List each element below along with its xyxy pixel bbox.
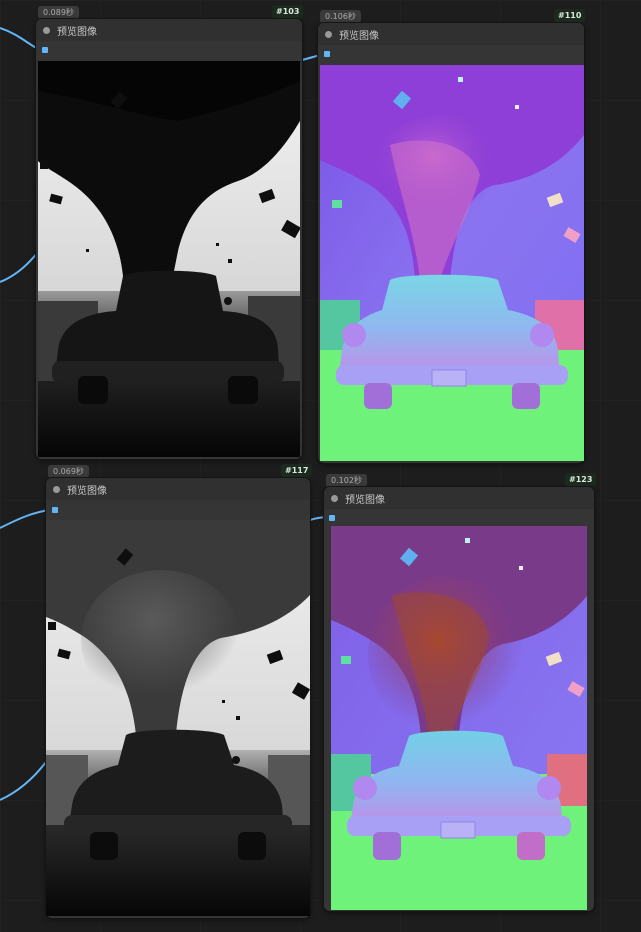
image-input-port-icon[interactable] [324, 51, 330, 57]
node-103-timing: 0.089秒 [38, 6, 79, 19]
preview-image-node-110[interactable]: 预览图像 [318, 23, 584, 463]
node-123-timing: 0.102秒 [326, 474, 367, 487]
node-117-header[interactable]: 预览图像 [46, 478, 310, 500]
collapse-dot-icon[interactable] [331, 494, 338, 502]
node-110-title: 预览图像 [339, 30, 379, 42]
node-110-timing: 0.106秒 [320, 10, 361, 23]
node-103-title: 预览图像 [57, 26, 97, 38]
preview-image-node-123[interactable]: 预览图像 [324, 487, 594, 911]
preview-image-node-117[interactable]: 预览图像 [46, 478, 310, 918]
node-117-id-badge: #117 [281, 464, 313, 477]
node-110-header[interactable]: 预览图像 [318, 23, 584, 45]
node-123-header[interactable]: 预览图像 [324, 487, 594, 509]
preview-image-node-103[interactable]: 预览图像 [36, 19, 302, 459]
node-103-header[interactable]: 预览图像 [36, 19, 302, 41]
collapse-dot-icon[interactable] [325, 30, 332, 38]
collapse-dot-icon[interactable] [43, 26, 50, 34]
node-103-preview-image [38, 61, 300, 457]
node-103-id-badge: #103 [272, 5, 304, 18]
image-input-port-icon[interactable] [329, 515, 335, 521]
node-123-id-badge: #123 [565, 473, 597, 486]
collapse-dot-icon[interactable] [53, 485, 60, 493]
node-110-id-badge: #110 [554, 9, 586, 22]
image-input-port-icon[interactable] [52, 507, 58, 513]
node-117-title: 预览图像 [67, 485, 107, 497]
node-110-preview-image [320, 65, 584, 461]
node-123-title: 预览图像 [345, 494, 385, 506]
node-117-preview-image [46, 520, 310, 916]
node-123-preview-image [331, 526, 587, 910]
image-input-port-icon[interactable] [42, 47, 48, 53]
node-117-timing: 0.069秒 [48, 465, 89, 478]
